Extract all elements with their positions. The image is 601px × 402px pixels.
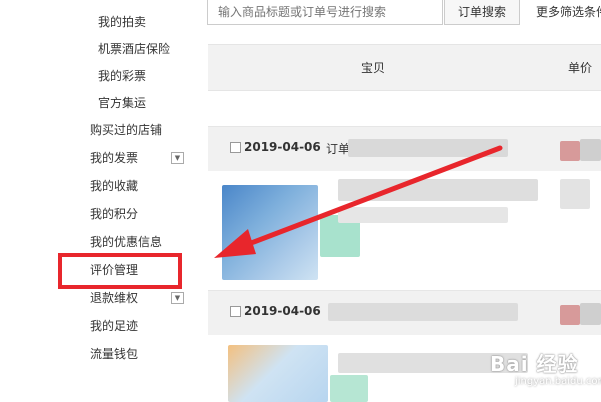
watermark-url: jingyan.baidu.com bbox=[515, 376, 601, 387]
watermark: Bai 经验 jingyan.baidu.com bbox=[455, 340, 601, 400]
watermark-logo: Bai 经验 bbox=[490, 352, 579, 376]
